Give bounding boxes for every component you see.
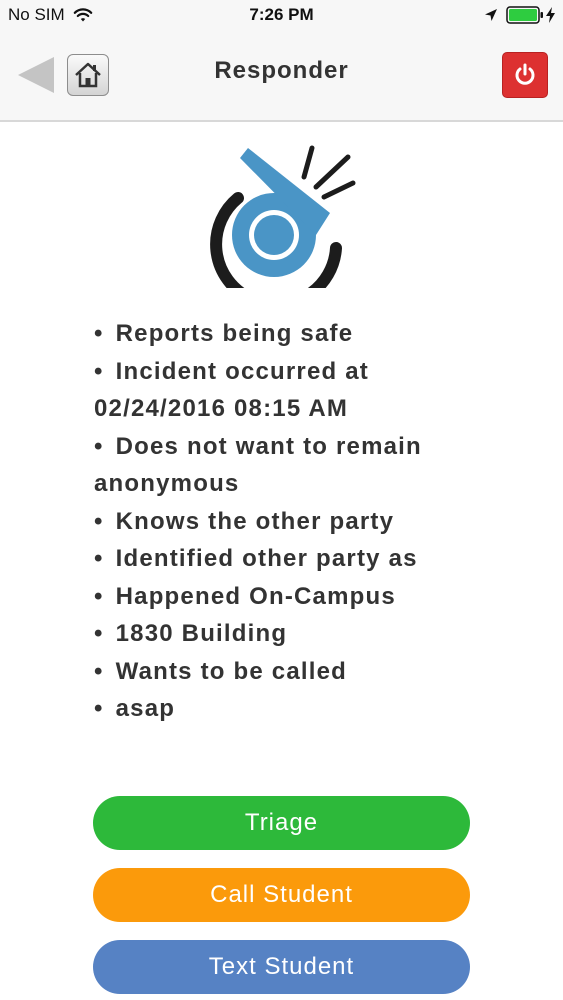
- report-details-list: Reports being safe Incident occurred at …: [94, 315, 534, 728]
- location-arrow-icon: [485, 9, 497, 21]
- report-item: asap: [94, 690, 534, 728]
- power-button[interactable]: [502, 52, 548, 98]
- report-item-continuation: anonymous: [94, 470, 240, 497]
- battery-icon: [506, 6, 543, 24]
- report-item: Identified other party as: [94, 540, 534, 578]
- report-item: Reports being safe: [94, 315, 534, 353]
- whistle-logo-icon: [210, 145, 356, 288]
- charging-bolt-icon: [546, 7, 555, 23]
- status-time: 7:26 PM: [249, 5, 314, 24]
- nav-bar: Responder: [0, 32, 563, 122]
- page-title: Responder: [214, 57, 349, 84]
- report-item-continuation: 02/24/2016 08:15 AM: [94, 395, 349, 422]
- status-right: [484, 6, 555, 24]
- power-icon: [515, 63, 535, 85]
- report-item: Incident occurred at: [94, 353, 534, 391]
- report-item: Wants to be called: [94, 653, 534, 691]
- status-bar: No SIM 7:26 PM: [0, 0, 563, 32]
- call-student-button[interactable]: Call Student: [93, 868, 470, 922]
- triage-button[interactable]: Triage: [93, 796, 470, 850]
- report-item: Knows the other party: [94, 503, 534, 541]
- text-student-button[interactable]: Text Student: [93, 940, 470, 994]
- report-item: Happened On-Campus: [94, 578, 534, 616]
- report-item: 1830 Building: [94, 615, 534, 653]
- report-item: Does not want to remain: [94, 428, 534, 466]
